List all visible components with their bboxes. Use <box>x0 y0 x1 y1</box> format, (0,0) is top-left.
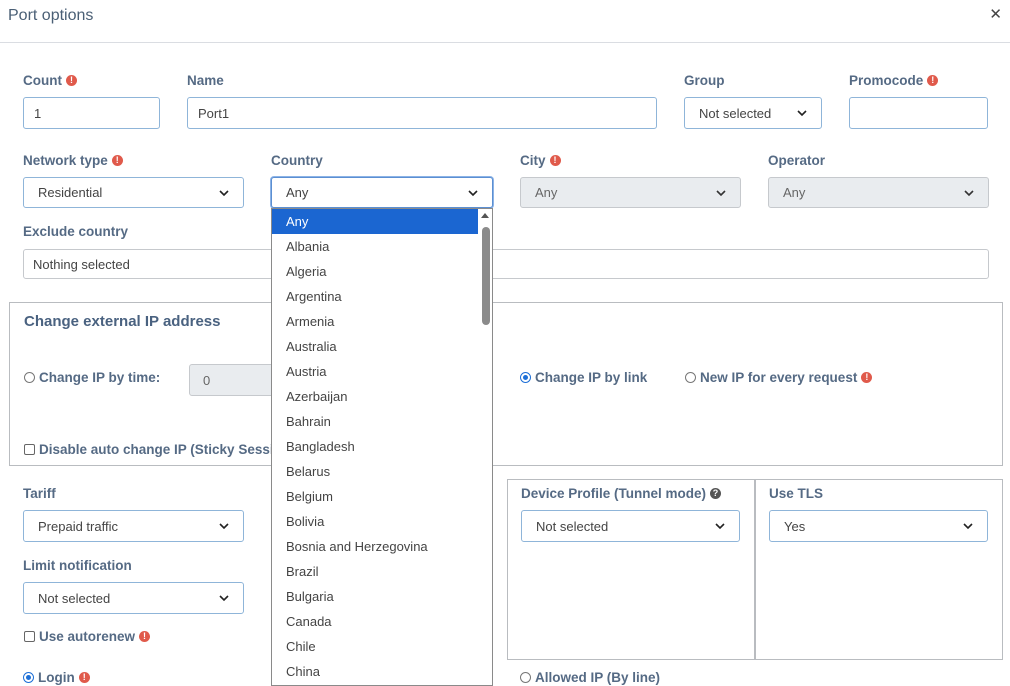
limit-notification-value: Not selected <box>38 590 111 606</box>
change-ip-heading: Change external IP address <box>24 313 221 330</box>
scrollbar-thumb[interactable] <box>482 227 490 325</box>
warning-icon[interactable]: ! <box>65 75 77 86</box>
country-dropdown-list[interactable]: Any Albania Algeria Argentina Armenia Austral… <box>271 208 493 686</box>
operator-value: Any <box>783 185 806 200</box>
radio-by-time[interactable] <box>24 372 35 383</box>
country-option[interactable]: Belarus <box>272 459 478 484</box>
warning-icon[interactable]: ! <box>111 155 123 166</box>
country-option[interactable]: Bulgaria <box>272 584 478 609</box>
use-tls-section <box>755 479 1003 660</box>
country-option[interactable]: Brazil <box>272 559 478 584</box>
header-divider <box>0 42 1010 43</box>
change-ip-by-link-option[interactable]: Change IP by link <box>520 370 647 385</box>
country-option[interactable]: Chile <box>272 634 478 659</box>
radio-new-ip[interactable] <box>685 372 696 383</box>
disable-auto-change-option[interactable]: Disable auto change IP (Sticky Session) <box>24 442 295 457</box>
network-type-label: Network type ! <box>23 153 123 168</box>
country-option[interactable]: Any <box>272 209 478 234</box>
country-value: Any <box>286 185 309 200</box>
login-option[interactable]: Login ! <box>23 670 90 685</box>
chevron-down-icon <box>219 189 229 196</box>
country-option[interactable]: Bosnia and Herzegovina <box>272 534 478 559</box>
country-label: Country <box>271 153 323 168</box>
help-icon[interactable]: ? <box>710 488 722 499</box>
operator-label: Operator <box>768 153 826 168</box>
radio-by-link[interactable] <box>520 372 531 383</box>
city-value: Any <box>535 185 558 200</box>
country-option[interactable]: Austria <box>272 359 478 384</box>
allowed-ip-option[interactable]: Allowed IP (By line) <box>520 670 660 685</box>
promocode-label: Promocode ! <box>849 73 939 88</box>
chevron-down-icon <box>468 189 478 196</box>
chevron-down-icon <box>219 595 229 602</box>
promocode-input[interactable] <box>849 97 988 129</box>
new-ip-every-request-option[interactable]: New IP for every request ! <box>685 370 873 385</box>
dropdown-scrollbar[interactable] <box>478 209 492 685</box>
warning-icon[interactable]: ! <box>549 155 561 166</box>
country-option[interactable]: Bangladesh <box>272 434 478 459</box>
country-option[interactable]: Albania <box>272 234 478 259</box>
chevron-down-icon <box>715 523 725 530</box>
group-label: Group <box>684 73 725 88</box>
country-options: Any Albania Algeria Argentina Armenia Austral… <box>272 209 492 684</box>
count-label: Count ! <box>23 73 77 88</box>
radio-login[interactable] <box>23 672 34 683</box>
country-option[interactable]: Bolivia <box>272 509 478 534</box>
limit-notification-label: Limit notification <box>23 558 132 573</box>
chevron-down-icon <box>716 189 726 196</box>
change-ip-by-time-option[interactable]: Change IP by time: <box>24 370 160 385</box>
scroll-up-icon[interactable] <box>481 213 489 218</box>
group-select[interactable]: Not selected <box>684 97 822 129</box>
chevron-down-icon <box>797 110 807 117</box>
device-profile-section <box>507 479 755 660</box>
country-option[interactable]: China <box>272 659 478 684</box>
change-ip-time-input[interactable]: 0 <box>189 364 279 396</box>
device-profile-label: Device Profile (Tunnel mode) ? <box>521 486 722 501</box>
city-select[interactable]: Any <box>520 177 741 208</box>
use-tls-label: Use TLS <box>769 486 824 501</box>
chevron-down-icon <box>964 189 974 196</box>
country-option[interactable]: Argentina <box>272 284 478 309</box>
country-select[interactable]: Any <box>271 177 493 208</box>
country-option[interactable]: Australia <box>272 334 478 359</box>
country-option[interactable]: Belgium <box>272 484 478 509</box>
use-tls-select[interactable]: Yes <box>769 510 988 542</box>
exclude-country-label: Exclude country <box>23 224 129 239</box>
checkbox-disable-auto[interactable] <box>24 444 35 455</box>
device-profile-value: Not selected <box>536 518 609 534</box>
city-label: City ! <box>520 153 561 168</box>
network-type-value: Residential <box>38 185 103 200</box>
country-option[interactable]: Algeria <box>272 259 478 284</box>
country-option[interactable]: Azerbaijan <box>272 384 478 409</box>
tariff-value: Prepaid traffic <box>38 518 118 534</box>
tariff-label: Tariff <box>23 486 56 501</box>
operator-select[interactable]: Any <box>768 177 989 208</box>
dialog-title: Port options <box>8 7 94 24</box>
warning-icon[interactable]: ! <box>861 372 873 383</box>
checkbox-autorenew[interactable] <box>24 631 35 642</box>
network-type-select[interactable]: Residential <box>23 177 244 208</box>
warning-icon[interactable]: ! <box>139 631 151 642</box>
warning-icon[interactable]: ! <box>78 672 90 683</box>
count-input[interactable]: 1 <box>23 97 160 129</box>
group-value: Not selected <box>699 105 772 121</box>
use-tls-value: Yes <box>784 518 806 534</box>
close-icon[interactable]: ✕ <box>989 5 1002 23</box>
warning-icon[interactable]: ! <box>927 75 939 86</box>
radio-allowed-ip[interactable] <box>520 672 531 683</box>
chevron-down-icon <box>963 523 973 530</box>
name-label: Name <box>187 73 224 88</box>
tariff-select[interactable]: Prepaid traffic <box>23 510 244 542</box>
country-option[interactable]: Canada <box>272 609 478 634</box>
use-autorenew-option[interactable]: Use autorenew ! <box>24 629 151 644</box>
device-profile-select[interactable]: Not selected <box>521 510 740 542</box>
chevron-down-icon <box>219 523 229 530</box>
country-option[interactable]: Armenia <box>272 309 478 334</box>
name-input[interactable]: Port1 <box>187 97 657 129</box>
country-option[interactable]: Bahrain <box>272 409 478 434</box>
limit-notification-select[interactable]: Not selected <box>23 582 244 614</box>
exclude-country-input[interactable]: Nothing selected <box>23 249 989 279</box>
